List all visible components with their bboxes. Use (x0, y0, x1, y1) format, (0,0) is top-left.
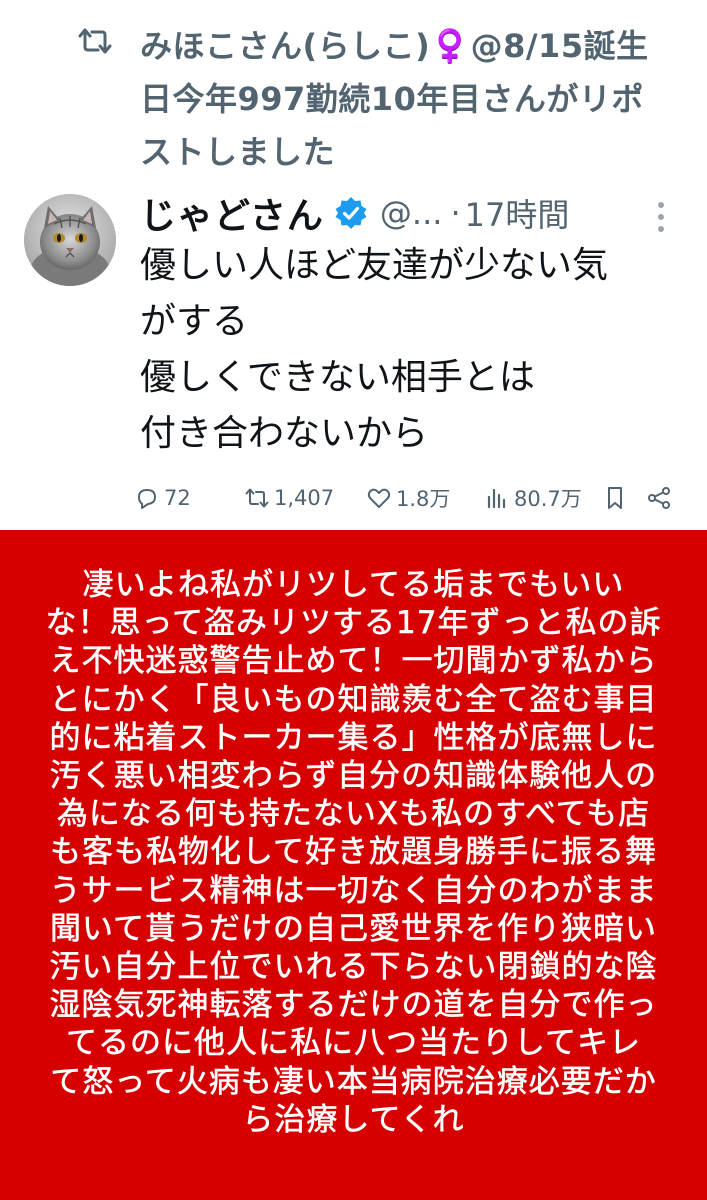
repost-button[interactable]: 1,407 (244, 480, 334, 516)
repost-line-1: みほこさん(らしこ)♀️@8/15誕生 (140, 27, 649, 65)
tweet-line: 付き合わないから (140, 413, 429, 454)
image-text-line: てるのに他人に私に八つ当たりしてキレ (65, 1025, 642, 1062)
screenshot-page: みほこさん(らしこ)♀️@8/15誕生 日今年997勤続10年目さんがリポ スト… (0, 0, 707, 1200)
bookmark-button[interactable] (602, 480, 632, 516)
tweet-line: 優しい人ほど友達が少ない気 (140, 245, 609, 286)
bookmark-icon (608, 487, 622, 509)
share-button[interactable] (646, 480, 676, 516)
image-text-line: 凄いよね私がリツしてる垢までもいい (82, 567, 625, 604)
repost-count: 1,407 (274, 486, 335, 510)
like-icon (367, 488, 391, 508)
verified-badge-icon[interactable] (334, 196, 368, 230)
reply-button[interactable]: 72 (134, 480, 191, 516)
image-text-line: て怒って火病も凄い本当病院治療必要だか (50, 1063, 657, 1100)
post-time[interactable]: 17時間 (465, 190, 570, 236)
view-count: 80.7万 (514, 487, 582, 511)
share-icon (648, 487, 670, 509)
tweet-header: じゃどさん @... · 17時間 (140, 185, 685, 241)
image-text-line: え不快迷惑警告止めて！一切聞かず私から (49, 643, 658, 680)
views-icon (487, 488, 506, 509)
image-text-line: 的に粘着ストーカー集る」性格が底無しに (49, 719, 658, 757)
repost-line-3: ストしました (140, 133, 336, 171)
image-text-line: 聞いて貰うだけの自己愛世界を作り狭暗い (49, 910, 658, 948)
repost-icon (245, 488, 269, 508)
image-text-line: 汚い自分上位でいれる下らない閉鎖的な陰 (49, 949, 658, 986)
cat-avatar-image (24, 194, 116, 286)
separator-dot: · (450, 194, 461, 232)
reply-icon (138, 489, 156, 509)
image-text-line: ら治療してくれ (242, 1101, 465, 1139)
image-text-line: な！思って盗みリツする17年ずっと私の訴 (45, 605, 662, 642)
image-text-line: うサービス精神は一切なく自分のわがまま (49, 872, 658, 909)
image-text-line: 汚く悪い相変わらず自分の知識体験他人の (49, 758, 658, 795)
like-button[interactable]: 1.8万 (366, 480, 450, 516)
image-text-line: 湿陰気死神転落するだけの道を自分で作っ (49, 987, 658, 1024)
repost-line-2: 日今年997勤続10年目さんがリポ (140, 80, 644, 118)
tweet-line: 優しくできない相手とは (140, 357, 535, 398)
action-bar: 72 1,407 1.8万 80.7万 (134, 480, 679, 516)
red-text-image: 凄いよね私がリツしてる垢までもいい な！思って盗みリツする17年ずっと私の訴 え… (0, 530, 707, 1200)
image-text-line: 為になる何も持たないXも私のすべても店 (56, 796, 651, 833)
avatar[interactable] (24, 194, 116, 286)
author-handle[interactable]: @... (380, 194, 443, 232)
tweet-text: 優しい人ほど友達が少ない気 がする 優しくできない相手とは 付き合わないから (140, 238, 688, 462)
repost-attribution[interactable]: みほこさん(らしこ)♀️@8/15誕生 日今年997勤続10年目さんがリポ スト… (140, 20, 700, 179)
reply-count: 72 (164, 486, 191, 510)
red-image-text: 凄いよね私がリツしてる垢までもいい な！思って盗みリツする17年ずっと私の訴 え… (0, 566, 707, 1139)
image-text-line: も客も私物化して好き放題身勝手に振る舞 (49, 834, 658, 871)
repost-icon (78, 28, 112, 54)
author-name[interactable]: じゃどさん (140, 187, 324, 239)
tweet-line: がする (140, 301, 249, 342)
image-text-line: とにかく「良いもの知識羨む全て盗む事目 (49, 681, 658, 718)
more-options-icon[interactable] (648, 197, 674, 237)
views-button[interactable]: 80.7万 (484, 480, 582, 516)
like-count: 1.8万 (396, 487, 451, 511)
